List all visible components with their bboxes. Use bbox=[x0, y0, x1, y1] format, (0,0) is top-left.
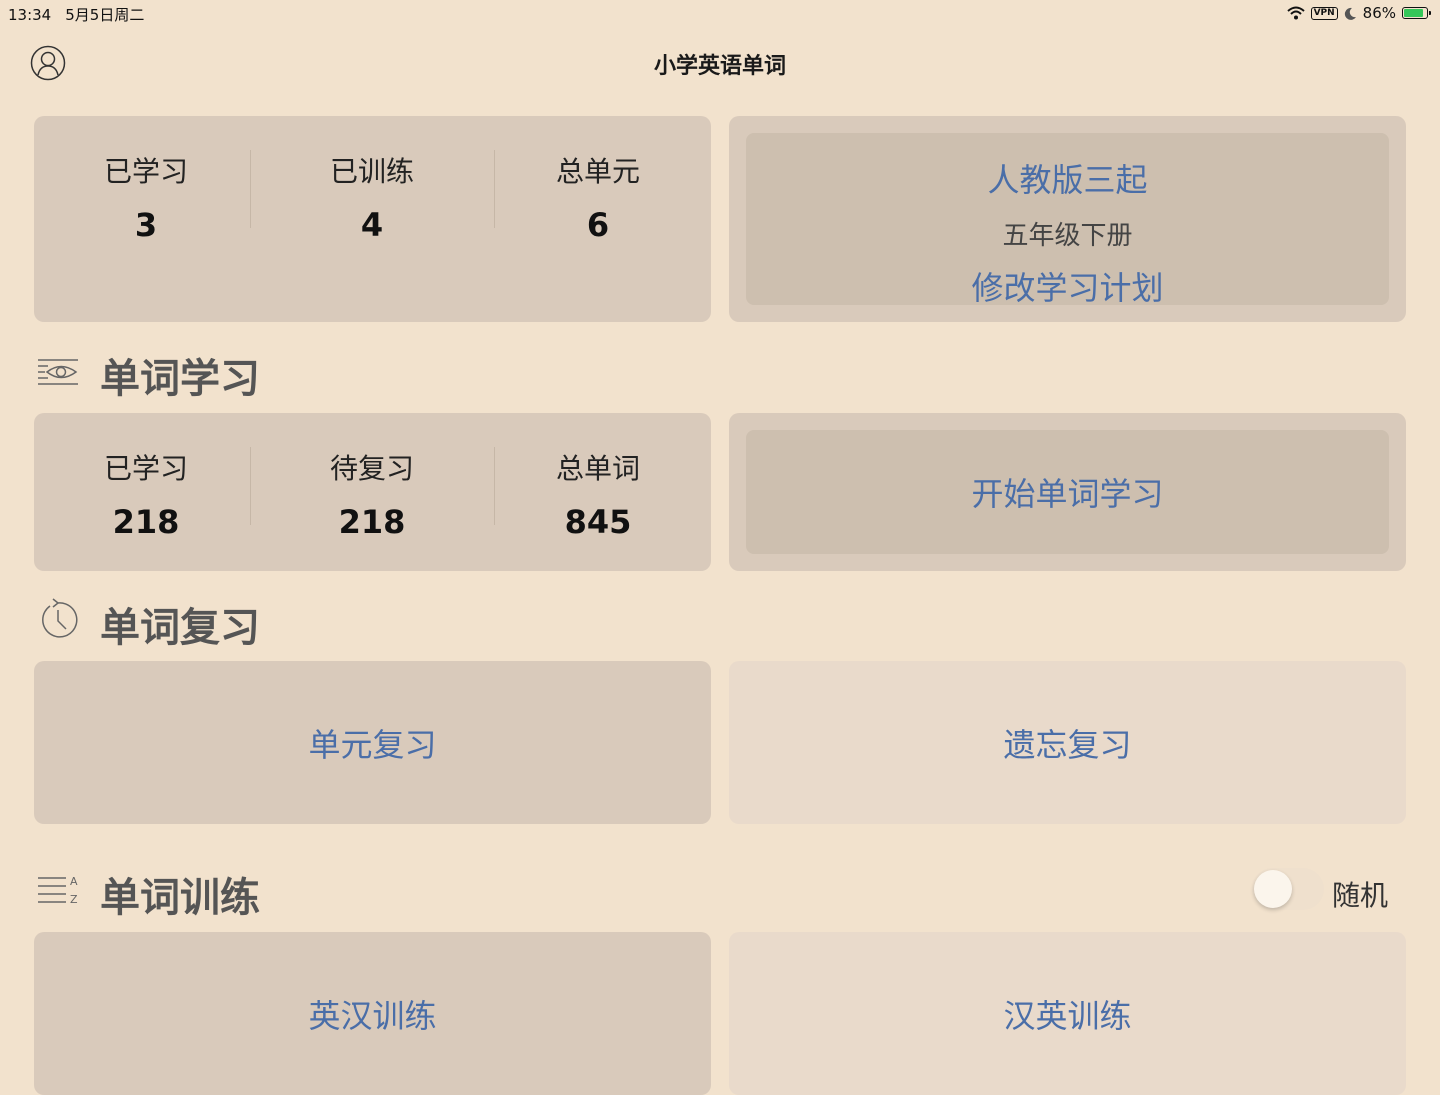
unit-review-button[interactable]: 单元复习 bbox=[34, 661, 711, 824]
divider bbox=[250, 447, 251, 525]
svg-text:A: A bbox=[70, 875, 78, 888]
stat-learned: 已学习 3 bbox=[34, 150, 258, 244]
stat-label: 待复习 bbox=[329, 452, 414, 485]
study-stats-card: 已学习 218 待复习 218 总单词 845 bbox=[34, 413, 711, 571]
stat-label: 总单词 bbox=[555, 452, 640, 485]
stat-label: 已学习 bbox=[103, 452, 188, 485]
svg-text:Z: Z bbox=[70, 893, 78, 906]
battery-percent: 86% bbox=[1362, 4, 1396, 22]
battery-icon bbox=[1402, 7, 1431, 19]
status-date: 5月5日周二 bbox=[65, 6, 145, 24]
edit-plan-link[interactable]: 修改学习计划 bbox=[746, 263, 1389, 309]
vpn-badge: VPN bbox=[1310, 6, 1338, 20]
start-study-card: 开始单词学习 bbox=[729, 413, 1406, 571]
wifi-icon bbox=[1286, 6, 1305, 20]
sort-az-icon: A Z bbox=[38, 875, 78, 906]
stat-label: 已训练 bbox=[329, 155, 414, 188]
stat-value: 218 bbox=[112, 503, 180, 541]
study-plan-panel[interactable]: 人教版三起 五年级下册 修改学习计划 bbox=[746, 133, 1389, 307]
start-study-button[interactable]: 开始单词学习 bbox=[746, 430, 1389, 554]
study-plan-card: 人教版三起 五年级下册 修改学习计划 bbox=[729, 116, 1406, 322]
stat-value: 4 bbox=[360, 206, 384, 244]
stat-value: 218 bbox=[338, 503, 406, 541]
stat-learned-words: 已学习 218 bbox=[34, 447, 258, 541]
stat-total-words: 总单词 845 bbox=[486, 447, 710, 541]
status-bar-left: 13:34 5月5日周二 bbox=[8, 4, 158, 25]
grade-label: 五年级下册 bbox=[1002, 221, 1133, 251]
toggle-knob bbox=[1254, 870, 1292, 908]
section-title-study: 单词学习 bbox=[100, 356, 260, 402]
cn-en-training-button[interactable]: 汉英训练 bbox=[729, 932, 1406, 1095]
stat-label: 已学习 bbox=[103, 155, 188, 188]
eye-icon bbox=[38, 359, 78, 385]
random-toggle[interactable] bbox=[1252, 868, 1324, 910]
stat-pending-review: 待复习 218 bbox=[260, 447, 484, 541]
stat-label: 总单元 bbox=[555, 155, 640, 188]
button-label: 英汉训练 bbox=[308, 996, 437, 1035]
button-label: 汉英训练 bbox=[1003, 996, 1132, 1035]
status-time: 13:34 bbox=[8, 6, 52, 24]
random-label: 随机 bbox=[1332, 879, 1389, 912]
stat-value: 6 bbox=[586, 206, 610, 244]
stat-value: 845 bbox=[564, 503, 632, 541]
page-title: 小学英语单词 bbox=[653, 54, 786, 79]
clock-icon bbox=[42, 598, 78, 638]
moon-icon bbox=[1344, 7, 1356, 20]
textbook-name: 人教版三起 bbox=[987, 161, 1148, 199]
forget-review-button[interactable]: 遗忘复习 bbox=[729, 661, 1406, 824]
stat-value: 3 bbox=[134, 206, 158, 244]
section-title-training: 单词训练 bbox=[100, 875, 260, 921]
stat-trained: 已训练 4 bbox=[260, 150, 484, 244]
stat-units: 总单元 6 bbox=[486, 150, 710, 244]
status-bar-right: VPN 86% bbox=[1286, 4, 1431, 22]
divider bbox=[250, 150, 251, 228]
en-cn-training-button[interactable]: 英汉训练 bbox=[34, 932, 711, 1095]
section-title-review: 单词复习 bbox=[100, 605, 260, 651]
overview-stats-card: 已学习 3 已训练 4 总单元 6 bbox=[34, 116, 711, 322]
